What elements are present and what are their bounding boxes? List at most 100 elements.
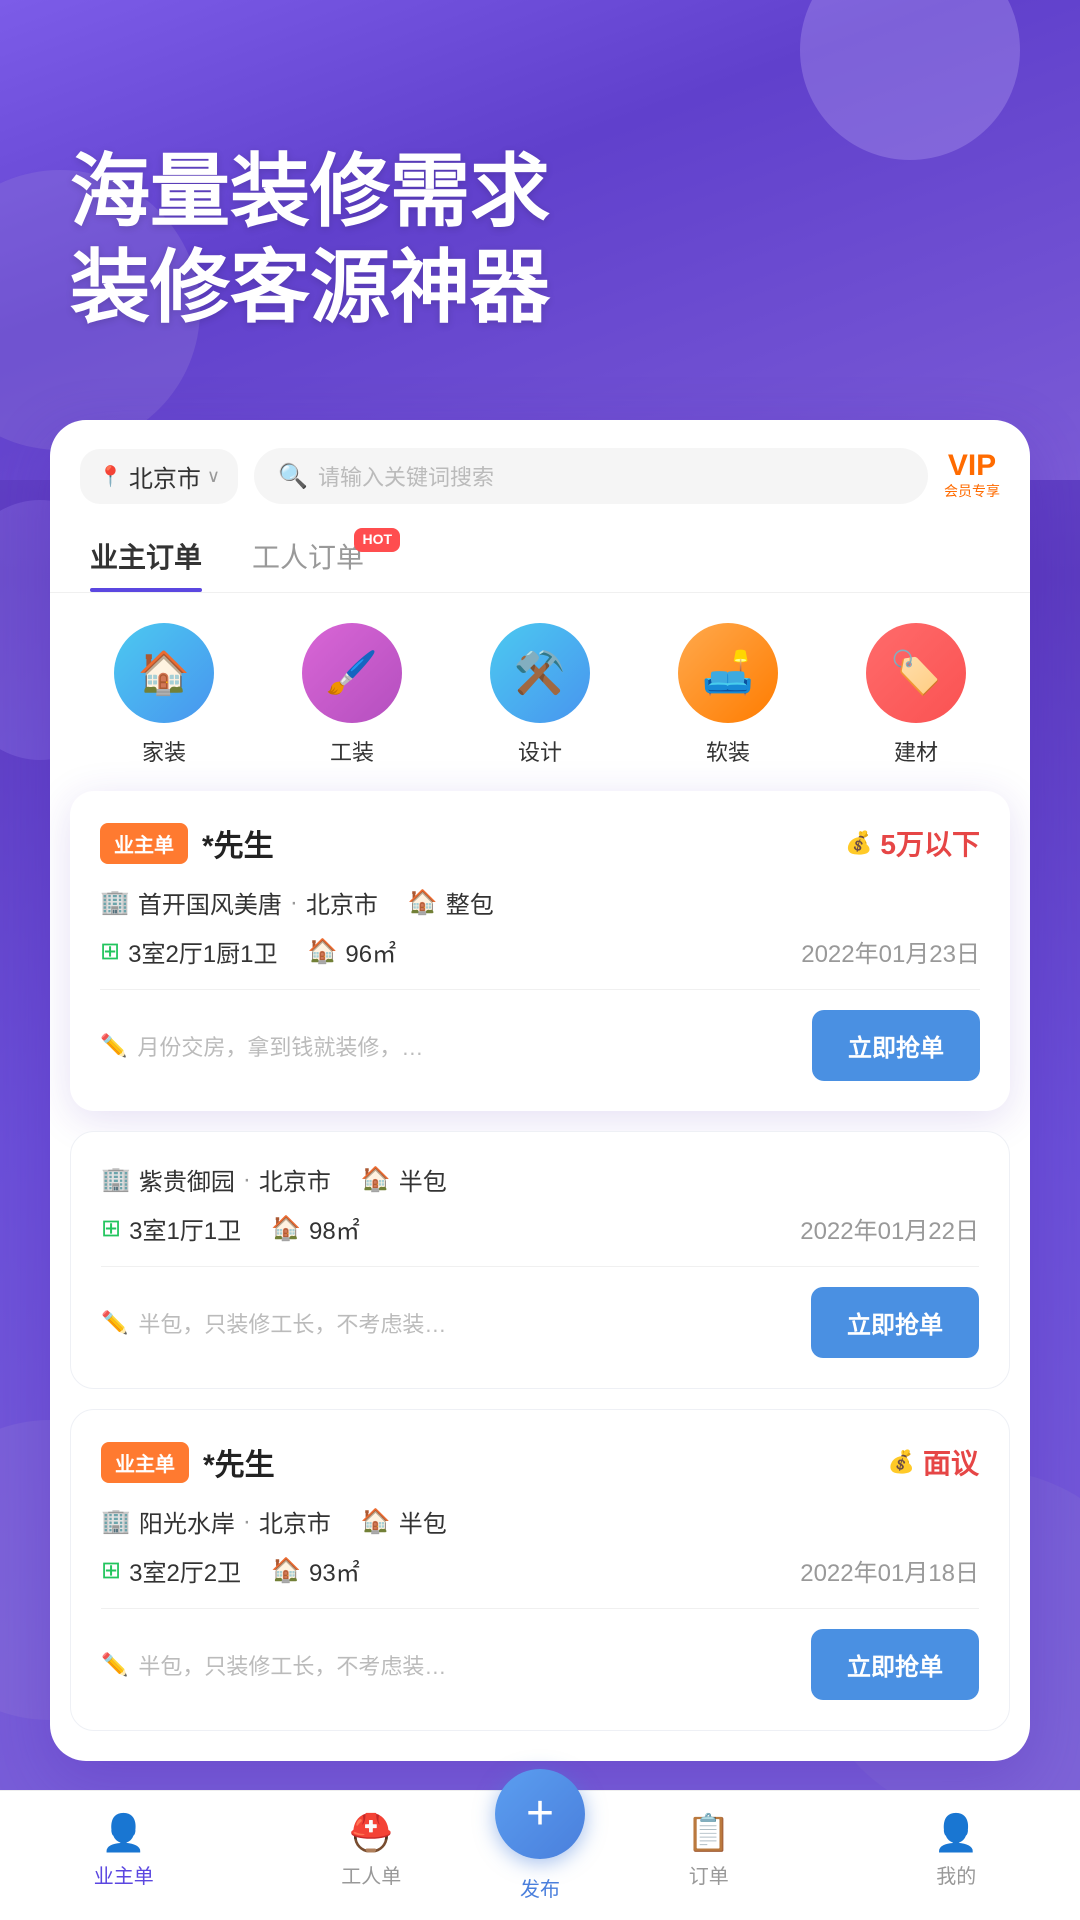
city-1: 北京市 <box>306 885 378 920</box>
card-footer-2: ✏️ 半包，只装修工长，不考虑装… 立即抢单 <box>101 1266 979 1358</box>
date-text-3: 2022年01月18日 <box>800 1553 979 1588</box>
card-desc-2: ✏️ 半包，只装修工长，不考虑装… <box>101 1307 791 1339</box>
card-size-row-1: ⊞ 3室2厅1厨1卫 🏠 96㎡ 2022年01月23日 <box>100 934 980 969</box>
location-button[interactable]: 📍 北京市 ∨ <box>80 449 238 504</box>
card-footer-1: ✏️ 月份交房，拿到钱就装修，… 立即抢单 <box>100 989 980 1081</box>
package-type-1: 整包 <box>446 885 494 920</box>
building-icon-2: 🏢 <box>101 1165 131 1194</box>
nav-owner-orders[interactable]: 👤 业主单 <box>0 1812 248 1889</box>
location-text: 北京市 <box>129 459 201 494</box>
rooms-icon-3: ⊞ <box>101 1556 121 1585</box>
card-header-left-1: 业主单 *先生 <box>100 821 274 865</box>
price-text-3: 面议 <box>923 1442 979 1482</box>
card-footer-3: ✏️ 半包，只装修工长，不考虑装… 立即抢单 <box>101 1608 979 1700</box>
home-icon-3: 🏠 <box>361 1507 391 1536</box>
price-info-1: 💰 5万以下 <box>845 823 980 863</box>
card-size-row-2: ⊞ 3室1厅1卫 🏠 98㎡ 2022年01月22日 <box>101 1211 979 1246</box>
area-icon-3: 🏠 <box>271 1556 301 1585</box>
area-text-3: 93㎡ <box>309 1553 360 1588</box>
app-container: 📍 北京市 ∨ 🔍 请输入关键词搜索 VIP 会员专享 业主订单 <box>50 420 1030 1761</box>
grab-button-3[interactable]: 立即抢单 <box>811 1629 979 1700</box>
nav-worker-icon: ⛑️ <box>349 1812 394 1854</box>
nav-orders-label: 订单 <box>689 1860 729 1889</box>
card-location-row-3: 🏢 阳光水岸 · 北京市 🏠 半包 <box>101 1504 979 1539</box>
chevron-down-icon: ∨ <box>207 466 220 487</box>
nav-publish-wrapper: + 发布 <box>495 1789 585 1902</box>
nav-mine-icon: 👤 <box>934 1812 979 1854</box>
rooms-detail-1: ⊞ 3室2厅1厨1卫 <box>100 934 278 969</box>
category-soft-icon: 🛋️ <box>678 623 778 723</box>
home-icon-2: 🏠 <box>361 1165 391 1194</box>
nav-owner-icon: 👤 <box>101 1812 146 1854</box>
hero-title: 海量装修需求 装修客源神器 <box>70 144 550 336</box>
edit-icon-1: ✏️ <box>100 1033 127 1059</box>
package-type-3: 半包 <box>399 1504 447 1539</box>
category-design-label: 设计 <box>518 735 562 767</box>
category-home[interactable]: 🏠 家装 <box>114 623 214 767</box>
order-card-2: 🏢 紫贵御园 · 北京市 🏠 半包 ⊞ <box>70 1131 1010 1389</box>
nav-worker-orders[interactable]: ⛑️ 工人单 <box>248 1812 496 1889</box>
area-detail-2: 🏠 98㎡ <box>271 1211 360 1246</box>
card-desc-1: ✏️ 月份交房，拿到钱就装修，… <box>100 1030 792 1062</box>
project-name-2: 紫贵御园 <box>139 1162 235 1197</box>
nav-owner-label: 业主单 <box>94 1860 154 1889</box>
rooms-text-3: 3室2厅2卫 <box>129 1553 241 1588</box>
search-box[interactable]: 🔍 请输入关键词搜索 <box>254 448 928 504</box>
price-info-3: 💰 面议 <box>888 1442 979 1482</box>
desc-text-1: 月份交房，拿到钱就装修，… <box>137 1030 423 1062</box>
desc-text-2: 半包，只装修工长，不考虑装… <box>138 1307 446 1339</box>
card-header-1: 业主单 *先生 💰 5万以下 <box>100 821 980 865</box>
category-commercial[interactable]: 🖌️ 工装 <box>302 623 402 767</box>
rooms-icon-1: ⊞ <box>100 937 120 966</box>
nav-publish-fab[interactable]: + <box>495 1769 585 1859</box>
hero-section: 海量装修需求 装修客源神器 <box>0 0 1080 480</box>
tab-owner-orders[interactable]: 业主订单 <box>90 520 202 592</box>
city-2: 北京市 <box>259 1162 331 1197</box>
desc-text-3: 半包，只装修工长，不考虑装… <box>138 1649 446 1681</box>
nav-mine-label: 我的 <box>936 1860 976 1889</box>
grab-button-2[interactable]: 立即抢单 <box>811 1287 979 1358</box>
tab-worker-orders[interactable]: 工人订单 HOT <box>252 520 364 592</box>
area-detail-1: 🏠 96㎡ <box>308 934 397 969</box>
city-3: 北京市 <box>259 1504 331 1539</box>
building-icon-3: 🏢 <box>101 1507 131 1536</box>
order-type-badge-1: 业主单 <box>100 823 188 864</box>
category-design-icon: ⚒️ <box>490 623 590 723</box>
rooms-detail-2: ⊞ 3室1厅1卫 <box>101 1211 241 1246</box>
home-icon-1: 🏠 <box>408 888 438 917</box>
location-pin-icon: 📍 <box>98 464 123 489</box>
card-header-left-3: 业主单 *先生 <box>101 1440 275 1484</box>
grab-button-1[interactable]: 立即抢单 <box>812 1010 980 1081</box>
date-text-1: 2022年01月23日 <box>801 934 980 969</box>
category-commercial-icon: 🖌️ <box>302 623 402 723</box>
tab-worker-label: 工人订单 <box>252 542 364 573</box>
categories-section: 🏠 家装 🖌️ 工装 ⚒️ 设计 🛋️ 软装 🏷️ 建材 <box>50 593 1030 791</box>
area-icon-1: 🏠 <box>308 937 338 966</box>
area-text-2: 98㎡ <box>309 1211 360 1246</box>
project-name-1: 首开国风美唐 <box>138 885 282 920</box>
price-icon-1: 💰 <box>845 830 872 856</box>
category-material-icon: 🏷️ <box>866 623 966 723</box>
project-name-3: 阳光水岸 <box>139 1504 235 1539</box>
area-text-1: 96㎡ <box>345 934 396 969</box>
card-size-row-3: ⊞ 3室2厅2卫 🏠 93㎡ 2022年01月18日 <box>101 1553 979 1588</box>
tab-owner-label: 业主订单 <box>90 542 202 573</box>
category-home-label: 家装 <box>142 735 186 767</box>
order-type-badge-3: 业主单 <box>101 1442 189 1483</box>
category-material[interactable]: 🏷️ 建材 <box>866 623 966 767</box>
category-design[interactable]: ⚒️ 设计 <box>490 623 590 767</box>
vip-badge[interactable]: VIP 会员专享 <box>944 451 1000 501</box>
vip-sub-label: 会员专享 <box>944 481 1000 501</box>
search-area: 📍 北京市 ∨ 🔍 请输入关键词搜索 VIP 会员专享 <box>50 420 1030 520</box>
nav-mine[interactable]: 👤 我的 <box>833 1812 1080 1889</box>
package-detail-1: 🏠 整包 <box>408 885 494 920</box>
card-location-row-2: 🏢 紫贵御园 · 北京市 🏠 半包 <box>101 1162 979 1197</box>
category-soft[interactable]: 🛋️ 软装 <box>678 623 778 767</box>
nav-orders-icon: 📋 <box>686 1812 731 1854</box>
edit-icon-3: ✏️ <box>101 1652 128 1678</box>
order-card-3: 业主单 *先生 💰 面议 🏢 阳光水岸 · 北京市 <box>70 1409 1010 1731</box>
nav-orders[interactable]: 📋 订单 <box>585 1812 833 1889</box>
card-header-3: 业主单 *先生 💰 面议 <box>101 1440 979 1484</box>
publish-plus-icon: + <box>526 1790 554 1838</box>
building-icon-1: 🏢 <box>100 888 130 917</box>
